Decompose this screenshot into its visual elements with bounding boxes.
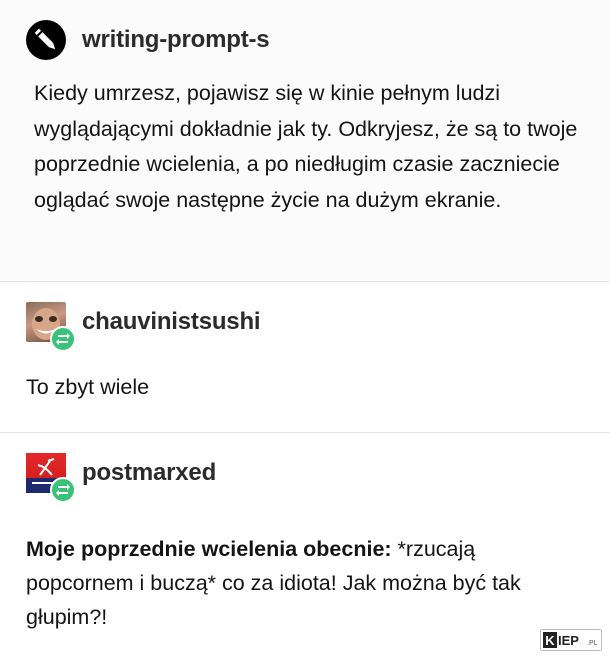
- post-writing-prompt: writing-prompt-s Kiedy umrzesz, pojawisz…: [0, 0, 610, 282]
- pen-logo-icon[interactable]: [26, 20, 66, 60]
- svg-text:.PL: .PL: [587, 640, 598, 647]
- kiep-watermark-logo: K IEP .PL: [540, 629, 602, 651]
- reblog-icon: [50, 477, 76, 503]
- avatar[interactable]: [26, 302, 76, 352]
- post-reblog-chauvinistsushi: chauvinistsushi: [0, 282, 610, 433]
- username[interactable]: writing-prompt-s: [82, 26, 270, 54]
- post-text: Kiedy umrzesz, pojawisz się w kinie pełn…: [34, 81, 578, 212]
- post-text-bold: Moje poprzednie wcielenia obecnie:: [26, 537, 392, 561]
- svg-text:K: K: [545, 633, 555, 648]
- post-text: To zbyt wiele: [26, 375, 150, 399]
- post-header: postmarxed: [26, 453, 216, 503]
- username[interactable]: chauvinistsushi: [82, 308, 261, 336]
- post-header: chauvinistsushi: [26, 302, 261, 352]
- avatar[interactable]: [26, 453, 76, 503]
- post-header: writing-prompt-s: [26, 20, 270, 60]
- reblog-icon: [50, 326, 76, 352]
- post-text: Moje poprzednie wcielenia obecnie: *rzuc…: [26, 532, 586, 634]
- username[interactable]: postmarxed: [82, 459, 216, 487]
- svg-text:IEP: IEP: [558, 633, 579, 648]
